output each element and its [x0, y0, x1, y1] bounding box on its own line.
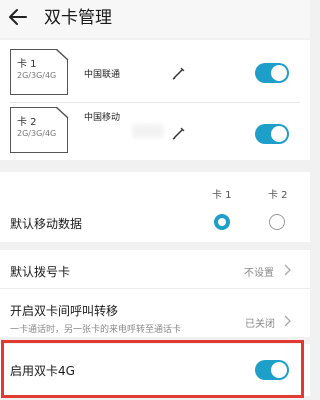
sim-name: 卡 2	[17, 117, 37, 128]
sim-name: 卡 1	[17, 59, 37, 70]
data-sim2-radio[interactable]	[269, 214, 285, 230]
sim2-toggle[interactable]	[255, 124, 289, 144]
highlight-box	[1, 340, 304, 398]
sim-corner-icon	[55, 49, 69, 61]
sim-network: 2G/3G/4G	[17, 71, 57, 80]
sim-row-2: 卡 2 2G/3G/4G 中国移动	[0, 102, 310, 164]
sim-card-section: 卡 1 2G/3G/4G 中国联通 卡 2 2G/3G/4G 中国移动	[0, 40, 310, 160]
page-title: 双卡管理	[44, 8, 112, 28]
call-forward-value: 已关闭	[245, 319, 275, 330]
back-arrow-icon[interactable]	[8, 6, 28, 28]
sim-row-1: 卡 1 2G/3G/4G 中国联通	[0, 44, 310, 106]
app-header: 双卡管理	[0, 0, 310, 38]
sim-network: 2G/3G/4G	[17, 129, 57, 138]
chevron-right-icon	[284, 264, 291, 276]
toggle-knob	[271, 65, 287, 81]
column-sim2: 卡 2	[268, 190, 288, 201]
column-sim1: 卡 1	[212, 190, 232, 201]
edit-pen-icon[interactable]	[172, 66, 186, 80]
call-forward-row[interactable]: 开启双卡间呼叫转移 一卡通话时，另一张卡的来电呼转至通话卡 已关闭	[0, 289, 310, 337]
carrier-name: 中国移动	[84, 113, 121, 123]
edit-pen-icon[interactable]	[172, 126, 186, 140]
default-dial-value: 不设置	[244, 268, 274, 279]
default-dial-label: 默认拨号卡	[10, 265, 71, 279]
sim1-toggle[interactable]	[255, 63, 289, 83]
sim-corner-icon	[55, 107, 69, 119]
default-data-section: 卡 1 卡 2 默认移动数据	[0, 172, 310, 242]
data-sim1-radio[interactable]	[214, 214, 230, 230]
default-data-label: 默认移动数据	[10, 217, 83, 231]
default-dial-row[interactable]: 默认拨号卡 不设置	[0, 250, 310, 288]
carrier-name: 中国联通	[84, 70, 121, 80]
toggle-knob	[271, 126, 287, 142]
call-forward-label: 开启双卡间呼叫转移	[10, 304, 119, 318]
redacted-number	[132, 124, 164, 138]
call-forward-description: 一卡通话时，另一张卡的来电呼转至通话卡	[10, 325, 182, 335]
chevron-right-icon	[284, 315, 291, 327]
